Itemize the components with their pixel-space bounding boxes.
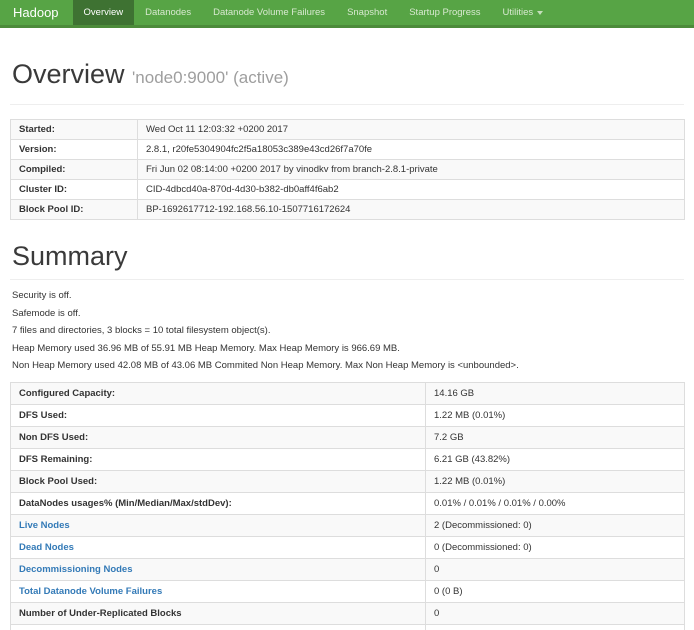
nav-tab-label[interactable]: Datanodes [134, 0, 202, 25]
summary-row-label: DataNodes usages% (Min/Median/Max/stdDev… [11, 493, 426, 515]
summary-table-row: DataNodes usages% (Min/Median/Max/stdDev… [11, 493, 685, 515]
hadoop-brand[interactable]: Hadoop [0, 0, 71, 25]
summary-table-row: Decommissioning Nodes 0 [11, 559, 685, 581]
summary-row-value: 0 [426, 625, 685, 630]
info-row-label: Compiled: [11, 159, 138, 179]
summary-table-row: Number of Under-Replicated Blocks0 [11, 603, 685, 625]
nav-tabs: OverviewDatanodesDatanode Volume Failure… [71, 0, 555, 25]
summary-row-value: 0 (Decommissioned: 0) [426, 537, 685, 559]
summary-row-label: Dead Nodes [11, 537, 426, 559]
summary-row-value: 6.21 GB (43.82%) [426, 449, 685, 471]
nav-tab-label[interactable]: Utilities [492, 0, 555, 25]
summary-row-label: Live Nodes [11, 515, 426, 537]
summary-row-label: Number of Blocks Pending Deletion [11, 625, 426, 630]
live-nodes-link[interactable]: Live Nodes [19, 520, 70, 531]
summary-row-label: Decommissioning Nodes [11, 559, 426, 581]
nav-tab-label[interactable]: Datanode Volume Failures [202, 0, 336, 25]
namenode-address-subtitle: 'node0:9000' (active) [132, 68, 289, 87]
info-row-value: 2.8.1, r20fe5304904fc2f5a18053c389e43cd2… [138, 139, 685, 159]
summary-table-row: Configured Capacity:14.16 GB [11, 383, 685, 405]
overview-heading: Overview 'node0:9000' (active) [12, 60, 684, 90]
dead-nodes-link[interactable]: Dead Nodes [19, 542, 74, 553]
summary-paragraph: Security is off. [12, 290, 684, 301]
summary-table-row: DFS Remaining:6.21 GB (43.82%) [11, 449, 685, 471]
summary-paragraph: 7 files and directories, 3 blocks = 10 t… [12, 325, 684, 336]
summary-table-row: Total Datanode Volume Failures 0 (0 B) [11, 581, 685, 603]
summary-row-label: Block Pool Used: [11, 471, 426, 493]
info-table-row: Version:2.8.1, r20fe5304904fc2f5a18053c3… [11, 139, 685, 159]
summary-row-value: 0 [426, 559, 685, 581]
info-row-value: BP-1692617712-192.168.56.10-150771617262… [138, 199, 685, 219]
summary-table-row: Live Nodes 2 (Decommissioned: 0) [11, 515, 685, 537]
summary-status-text: Security is off. Safemode is off. 7 files … [12, 290, 684, 371]
top-navbar: Hadoop OverviewDatanodesDatanode Volume … [0, 0, 694, 28]
info-row-label: Version: [11, 139, 138, 159]
nav-tab-datanodes[interactable]: Datanodes [134, 0, 202, 25]
info-row-value: CID-4dbcd40a-870d-4d30-b382-db0aff4f6ab2 [138, 179, 685, 199]
summary-row-label: DFS Remaining: [11, 449, 426, 471]
summary-row-value: 14.16 GB [426, 383, 685, 405]
summary-row-value: 0 (0 B) [426, 581, 685, 603]
info-row-label: Block Pool ID: [11, 199, 138, 219]
info-table-row: Cluster ID:CID-4dbcd40a-870d-4d30-b382-d… [11, 179, 685, 199]
nav-tab-label[interactable]: Overview [73, 0, 135, 25]
page-content: Overview 'node0:9000' (active) Started:W… [0, 60, 694, 630]
info-table-row: Started:Wed Oct 11 12:03:32 +0200 2017 [11, 119, 685, 139]
chevron-down-icon [537, 11, 543, 15]
decommissioning-nodes-link[interactable]: Decommissioning Nodes [19, 564, 133, 575]
info-table-row: Block Pool ID:BP-1692617712-192.168.56.1… [11, 199, 685, 219]
summary-row-label: Non DFS Used: [11, 427, 426, 449]
summary-table-row: Non DFS Used:7.2 GB [11, 427, 685, 449]
summary-row-value: 1.22 MB (0.01%) [426, 405, 685, 427]
summary-row-value: 2 (Decommissioned: 0) [426, 515, 685, 537]
nav-tab-overview[interactable]: Overview [73, 0, 135, 25]
info-row-value: Fri Jun 02 08:14:00 +0200 2017 by vinodk… [138, 159, 685, 179]
summary-row-label: Configured Capacity: [11, 383, 426, 405]
info-table-row: Compiled:Fri Jun 02 08:14:00 +0200 2017 … [11, 159, 685, 179]
summary-table: Configured Capacity:14.16 GBDFS Used:1.2… [10, 382, 685, 630]
summary-row-label: Number of Under-Replicated Blocks [11, 603, 426, 625]
summary-table-row: DFS Used:1.22 MB (0.01%) [11, 405, 685, 427]
summary-row-value: 7.2 GB [426, 427, 685, 449]
info-row-label: Started: [11, 119, 138, 139]
summary-table-row: Dead Nodes 0 (Decommissioned: 0) [11, 537, 685, 559]
summary-table-row: Number of Blocks Pending Deletion0 [11, 625, 685, 630]
nav-tab-label[interactable]: Startup Progress [398, 0, 491, 25]
nav-tab-startup-progress[interactable]: Startup Progress [398, 0, 491, 25]
summary-paragraph: Non Heap Memory used 42.08 MB of 43.06 M… [12, 360, 684, 371]
info-row-value: Wed Oct 11 12:03:32 +0200 2017 [138, 119, 685, 139]
summary-row-label: DFS Used: [11, 405, 426, 427]
page-title: Overview [12, 59, 125, 89]
summary-table-row: Block Pool Used:1.22 MB (0.01%) [11, 471, 685, 493]
info-row-label: Cluster ID: [11, 179, 138, 199]
summary-row-label: Total Datanode Volume Failures [11, 581, 426, 603]
nav-tab-datanode-volume-failures[interactable]: Datanode Volume Failures [202, 0, 336, 25]
summary-row-value: 0 [426, 603, 685, 625]
summary-row-value: 0.01% / 0.01% / 0.01% / 0.00% [426, 493, 685, 515]
summary-heading: Summary [12, 242, 684, 272]
nav-tab-snapshot[interactable]: Snapshot [336, 0, 398, 25]
nav-tab-utilities[interactable]: Utilities [492, 0, 555, 25]
total-datanode-volume-failures-link[interactable]: Total Datanode Volume Failures [19, 586, 162, 597]
summary-row-value: 1.22 MB (0.01%) [426, 471, 685, 493]
nav-tab-label[interactable]: Snapshot [336, 0, 398, 25]
divider [10, 279, 684, 280]
summary-paragraph: Heap Memory used 36.96 MB of 55.91 MB He… [12, 343, 684, 354]
divider [10, 104, 684, 105]
overview-info-table: Started:Wed Oct 11 12:03:32 +0200 2017Ve… [10, 119, 685, 220]
summary-paragraph: Safemode is off. [12, 308, 684, 319]
